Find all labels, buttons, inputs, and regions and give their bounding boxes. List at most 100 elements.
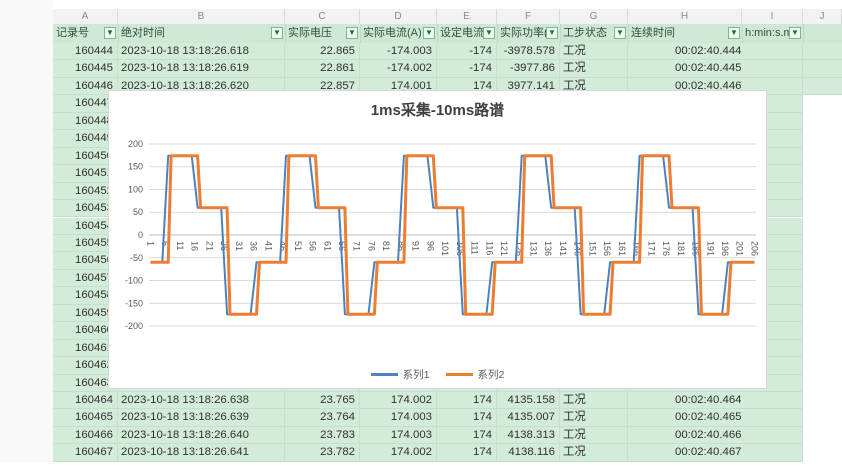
cell[interactable]: 2023-10-18 13:18:26.638 bbox=[118, 392, 285, 408]
cell[interactable]: 工况 bbox=[560, 60, 628, 76]
empty-cell[interactable] bbox=[742, 409, 803, 425]
filter-dropdown-icon[interactable]: ▼ bbox=[423, 27, 435, 39]
cell[interactable]: 工况 bbox=[560, 409, 628, 425]
cell[interactable]: 4135.007 bbox=[497, 409, 560, 425]
cell[interactable]: 160466 bbox=[53, 427, 118, 443]
cell[interactable]: 2023-10-18 13:18:26.639 bbox=[118, 409, 285, 425]
column-letter-J[interactable]: J bbox=[803, 9, 842, 24]
filter-dropdown-icon[interactable]: ▼ bbox=[346, 27, 358, 39]
empty-cell[interactable] bbox=[742, 392, 803, 408]
y-axis-label: -150 bbox=[125, 298, 143, 308]
filter-dropdown-icon[interactable]: ▼ bbox=[789, 27, 801, 39]
cell[interactable]: 160465 bbox=[53, 409, 118, 425]
header-cell-4[interactable]: 设定电流(▼ bbox=[437, 24, 498, 43]
column-letter-C[interactable]: C bbox=[285, 9, 360, 24]
header-cell-2[interactable]: 实际电压▼ bbox=[285, 24, 361, 43]
column-letter-A[interactable]: A bbox=[53, 9, 118, 24]
header-cell-6[interactable]: 工步状态▼ bbox=[560, 24, 629, 43]
empty-cell[interactable] bbox=[742, 427, 803, 443]
cell[interactable]: 174.002 bbox=[360, 392, 437, 408]
cell[interactable]: 22.865 bbox=[285, 43, 360, 59]
y-axis-label: -50 bbox=[130, 253, 143, 263]
cell[interactable]: 174.003 bbox=[360, 409, 437, 425]
x-axis-label: 1 bbox=[145, 241, 155, 246]
header-cell-1[interactable]: 绝对时间▼ bbox=[118, 24, 286, 43]
cell[interactable]: 00:02:40.444 bbox=[628, 43, 742, 59]
cell[interactable]: 174 bbox=[437, 427, 497, 443]
header-cell-0[interactable]: 记录号▼ bbox=[53, 24, 119, 43]
cell[interactable]: -174 bbox=[437, 43, 497, 59]
cell[interactable]: 22.861 bbox=[285, 60, 360, 76]
cell[interactable]: -174.002 bbox=[360, 60, 437, 76]
cell[interactable]: 160444 bbox=[53, 43, 118, 59]
column-letter-D[interactable]: D bbox=[360, 9, 437, 24]
filter-dropdown-icon[interactable]: ▼ bbox=[483, 27, 495, 39]
x-axis-label: 131 bbox=[528, 241, 538, 256]
filter-dropdown-icon[interactable]: ▼ bbox=[614, 27, 626, 39]
cell[interactable]: -174 bbox=[437, 60, 497, 76]
cell[interactable]: -3977.86 bbox=[497, 60, 560, 76]
empty-cell[interactable] bbox=[742, 60, 803, 76]
filter-dropdown-icon[interactable]: ▼ bbox=[271, 27, 283, 39]
legend-label: 系列1 bbox=[403, 367, 430, 382]
x-axis-label: 36 bbox=[249, 241, 259, 251]
header-cell-7[interactable]: 连续时间 ▼ bbox=[628, 24, 743, 43]
cell[interactable]: 160467 bbox=[53, 444, 118, 460]
x-axis-label: 21 bbox=[204, 241, 214, 251]
legend-swatch bbox=[371, 373, 398, 376]
cell[interactable]: 00:02:40.466 bbox=[628, 427, 742, 443]
header-cell-5[interactable]: 实际功率(W▼ bbox=[497, 24, 561, 43]
y-axis-label: 50 bbox=[133, 207, 143, 217]
filter-dropdown-icon[interactable]: ▼ bbox=[104, 27, 116, 39]
cell[interactable]: 23.764 bbox=[285, 409, 360, 425]
cell[interactable]: 00:02:40.445 bbox=[628, 60, 742, 76]
cell[interactable]: 2023-10-18 13:18:26.641 bbox=[118, 444, 285, 460]
cell[interactable]: 00:02:40.464 bbox=[628, 392, 742, 408]
empty-cell[interactable] bbox=[742, 444, 803, 460]
x-axis-label: 16 bbox=[190, 241, 200, 251]
cell[interactable]: 174 bbox=[437, 444, 497, 460]
cell[interactable]: 工况 bbox=[560, 427, 628, 443]
plot-area: 200150100500-50-100-150-2001611162126313… bbox=[109, 91, 768, 390]
column-letter-H[interactable]: H bbox=[628, 9, 742, 24]
cell[interactable]: 23.765 bbox=[285, 392, 360, 408]
cell[interactable]: 2023-10-18 13:18:26.640 bbox=[118, 427, 285, 443]
cell[interactable]: 4138.313 bbox=[497, 427, 560, 443]
cell[interactable]: 工况 bbox=[560, 43, 628, 59]
cell[interactable]: 174 bbox=[437, 392, 497, 408]
legend-swatch bbox=[446, 373, 473, 376]
cell[interactable]: 160464 bbox=[53, 392, 118, 408]
column-letter-I[interactable]: I bbox=[742, 9, 803, 24]
cell[interactable]: 160445 bbox=[53, 60, 118, 76]
cell[interactable]: 4135.158 bbox=[497, 392, 560, 408]
column-letter-F[interactable]: F bbox=[497, 9, 560, 24]
column-letters-row: ABCDEFGHIJ bbox=[53, 9, 842, 25]
filter-dropdown-icon[interactable]: ▼ bbox=[546, 27, 558, 39]
cell[interactable]: -174.003 bbox=[360, 43, 437, 59]
column-letter-G[interactable]: G bbox=[560, 9, 628, 24]
x-axis-label: 11 bbox=[175, 241, 185, 250]
cell[interactable]: -3978.578 bbox=[497, 43, 560, 59]
header-cell-8[interactable]: h:min:s.m▼ bbox=[742, 24, 804, 43]
cell[interactable]: 工况 bbox=[560, 444, 628, 460]
cell[interactable]: 174 bbox=[437, 409, 497, 425]
cell[interactable]: 00:02:40.465 bbox=[628, 409, 742, 425]
cell[interactable]: 2023-10-18 13:18:26.618 bbox=[118, 43, 285, 59]
header-label: 连续时间 bbox=[628, 27, 675, 39]
column-letter-B[interactable]: B bbox=[118, 9, 285, 24]
embedded-chart[interactable]: 1ms采集-10ms路谱 200150100500-50-100-150-200… bbox=[108, 90, 767, 389]
column-letter-E[interactable]: E bbox=[437, 9, 497, 24]
cell[interactable]: 174.003 bbox=[360, 427, 437, 443]
empty-cell[interactable] bbox=[742, 43, 803, 59]
bottom-strip bbox=[0, 462, 842, 467]
filter-dropdown-icon[interactable]: ▼ bbox=[728, 27, 740, 39]
x-axis-label: 181 bbox=[676, 241, 686, 256]
cell[interactable]: 2023-10-18 13:18:26.619 bbox=[118, 60, 285, 76]
cell[interactable]: 00:02:40.467 bbox=[628, 444, 742, 460]
header-cell-3[interactable]: 实际电流(A)▼ bbox=[360, 24, 438, 43]
cell[interactable]: 23.782 bbox=[285, 444, 360, 460]
cell[interactable]: 23.783 bbox=[285, 427, 360, 443]
cell[interactable]: 174.002 bbox=[360, 444, 437, 460]
cell[interactable]: 工况 bbox=[560, 392, 628, 408]
cell[interactable]: 4138.116 bbox=[497, 444, 560, 460]
